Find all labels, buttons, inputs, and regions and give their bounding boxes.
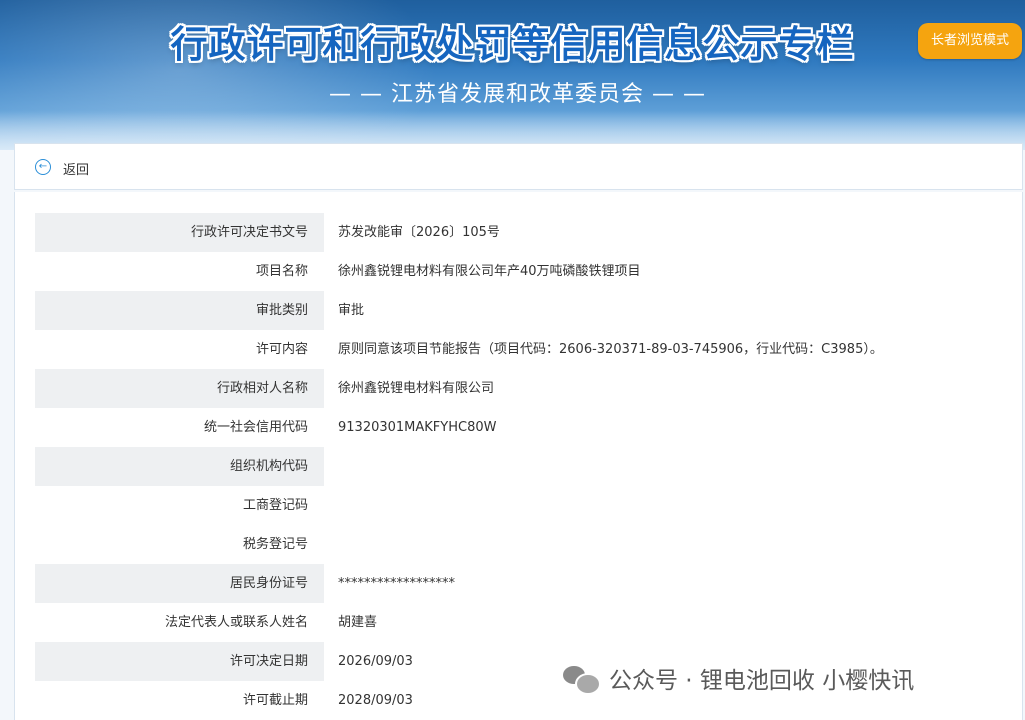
table-row: 统一社会信用代码 91320301MAKFYHC80W (35, 408, 1011, 447)
table-row: 组织机构代码 (35, 447, 1011, 486)
table-row: 居民身份证号 ****************** (35, 564, 1011, 603)
back-bar: ← 返回 (14, 143, 1023, 190)
field-label: 法定代表人或联系人姓名 (164, 615, 308, 630)
field-label: 统一社会信用代码 (203, 420, 308, 435)
table-row: 许可内容 原则同意该项目节能报告（项目代码：2606-320371-89-03-… (35, 330, 1011, 369)
watermark-text: 公众号 · 锂电池回收 小樱快讯 (609, 668, 915, 694)
back-link[interactable]: 返回 (63, 159, 89, 178)
field-label: 税务登记号 (242, 537, 308, 552)
field-value: 2026/09/03 (338, 654, 413, 669)
table-row: 项目名称 徐州鑫锐锂电材料有限公司年产40万吨磷酸铁锂项目 (35, 252, 1011, 291)
table-row: 行政许可决定书文号 苏发改能审〔2026〕105号 (35, 213, 1011, 252)
field-value: 原则同意该项目节能报告（项目代码：2606-320371-89-03-74590… (338, 342, 883, 357)
field-label: 工商登记码 (242, 498, 308, 513)
table-row: 工商登记码 (35, 486, 1011, 525)
field-label: 组织机构代码 (35, 447, 324, 486)
field-value: 胡建喜 (338, 615, 378, 630)
elder-mode-button[interactable]: 长者浏览模式 (918, 23, 1022, 59)
page-title: 行政许可和行政处罚等信用信息公示专栏 (170, 23, 855, 66)
field-label: 项目名称 (255, 264, 308, 279)
field-value: 苏发改能审〔2026〕105号 (338, 225, 500, 240)
field-value: 2028/09/03 (338, 693, 413, 708)
field-label: 许可内容 (255, 342, 308, 357)
table-row: 法定代表人或联系人姓名 胡建喜 (35, 603, 1011, 642)
field-label: 许可截止期 (242, 693, 308, 708)
page-subtitle: — — 江苏省发展和改革委员会 — — (329, 82, 706, 107)
back-arrow-icon[interactable]: ← (35, 159, 51, 175)
table-row: 审批类别 审批 (35, 291, 1011, 330)
table-row: 税务登记号 (35, 525, 1011, 564)
field-value: 审批 (338, 303, 365, 318)
header-banner: 行政许可和行政处罚等信用信息公示专栏 — — 江苏省发展和改革委员会 — — 长… (0, 0, 1025, 150)
watermark: 公众号 · 锂电池回收 小樱快讯 (563, 662, 915, 695)
wechat-icon (563, 664, 601, 695)
field-label: 审批类别 (35, 291, 324, 330)
field-value: ****************** (338, 576, 455, 591)
field-value: 徐州鑫锐锂电材料有限公司 (338, 381, 495, 396)
record-panel: 行政许可决定书文号 苏发改能审〔2026〕105号 项目名称 徐州鑫锐锂电材料有… (14, 192, 1023, 720)
field-label: 居民身份证号 (35, 564, 324, 603)
field-value: 徐州鑫锐锂电材料有限公司年产40万吨磷酸铁锂项目 (338, 264, 641, 279)
field-label: 许可决定日期 (35, 642, 324, 681)
table-row: 行政相对人名称 徐州鑫锐锂电材料有限公司 (35, 369, 1011, 408)
field-value: 91320301MAKFYHC80W (338, 420, 497, 435)
field-label: 行政许可决定书文号 (35, 213, 324, 252)
field-label: 行政相对人名称 (35, 369, 324, 408)
record-table: 行政许可决定书文号 苏发改能审〔2026〕105号 项目名称 徐州鑫锐锂电材料有… (35, 213, 1011, 720)
